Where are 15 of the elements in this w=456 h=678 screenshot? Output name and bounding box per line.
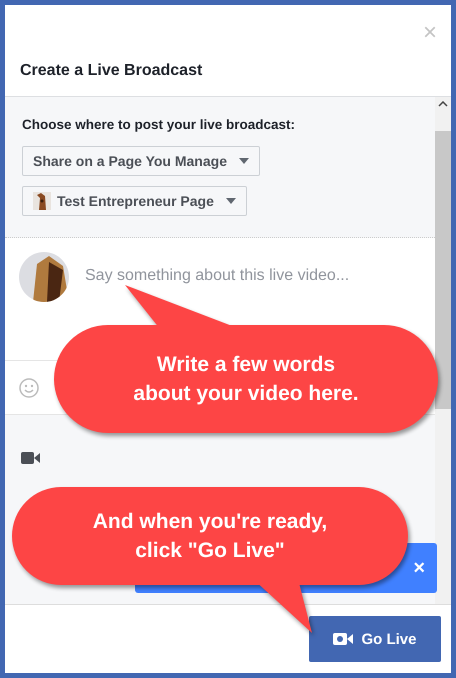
caret-icon <box>238 158 249 164</box>
smiley-icon[interactable] <box>19 378 39 398</box>
dialog-title: Create a Live Broadcast <box>20 62 204 80</box>
video-camera-icon <box>21 452 40 464</box>
audience-label: Choose where to post your live broadcast: <box>22 117 296 132</box>
avatar <box>19 252 69 302</box>
callout-text: Write a few words about your video here. <box>133 352 359 407</box>
audience-dropdown[interactable]: Test Entrepreneur Page <box>22 186 247 216</box>
caret-icon <box>226 198 236 204</box>
go-live-button[interactable]: Go Live <box>309 616 441 662</box>
audience-dropdown[interactable]: Share on a Page You Manage <box>22 146 260 176</box>
video-camera-icon <box>333 633 354 645</box>
callout-text: And when you're ready, click "Go Live" <box>92 509 328 564</box>
close-button[interactable]: × <box>413 556 425 580</box>
scrollbar-thumb[interactable] <box>435 131 451 409</box>
